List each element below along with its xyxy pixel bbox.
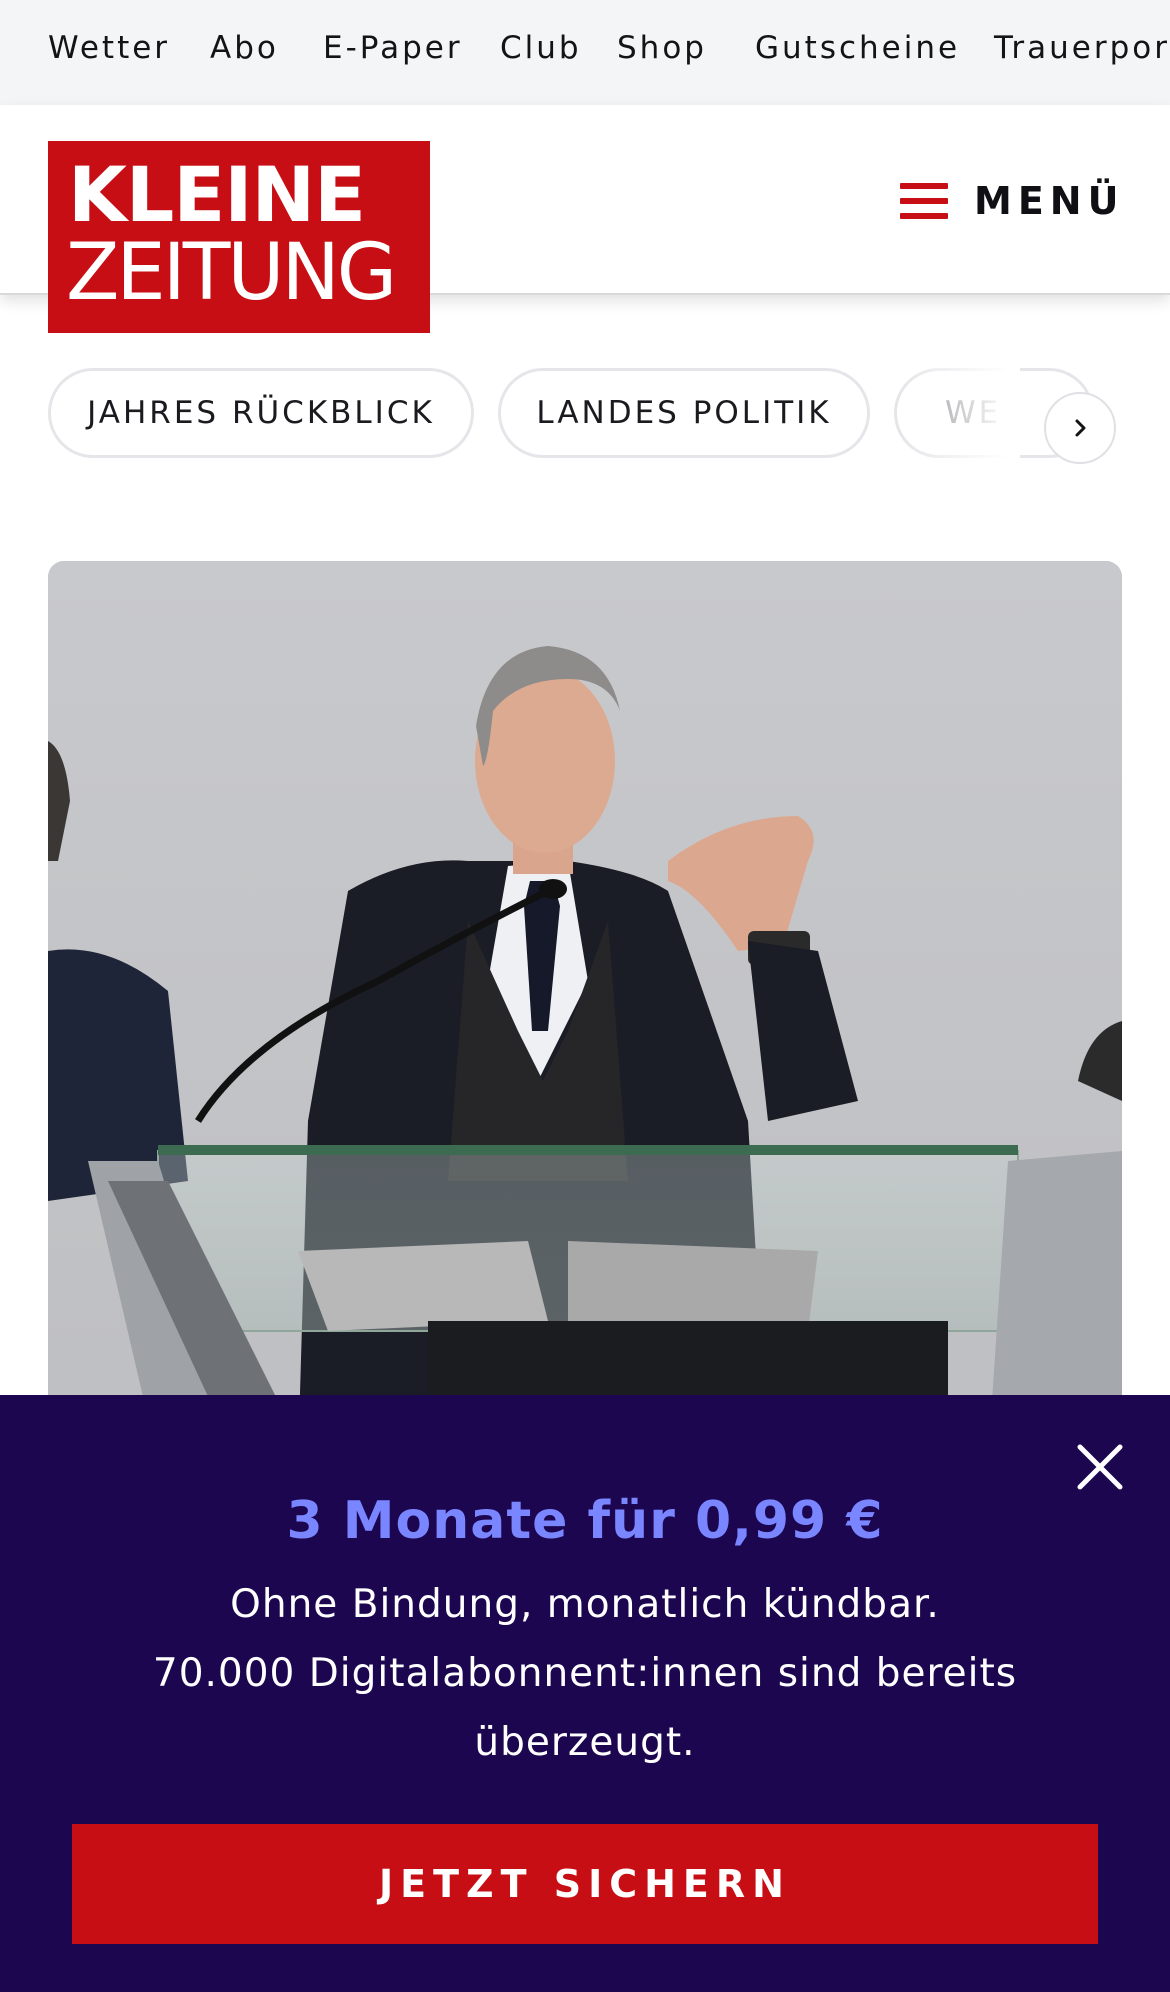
logo-line-kleine: KLEINE <box>68 150 366 239</box>
subscription-promo-banner: 3 Monate für 0,99 € Ohne Bindung, monatl… <box>0 1395 1170 1992</box>
promo-headline: 3 Monate für 0,99 € <box>286 1491 884 1551</box>
promo-close-button[interactable] <box>1070 1437 1130 1497</box>
jetzt-sichern-button[interactable]: JETZT SICHERN <box>72 1824 1098 1944</box>
topnav-link-trauerportal[interactable]: Trauerportal <box>994 30 1170 66</box>
hero-photo-illustration <box>48 561 1122 1461</box>
chevron-right-icon <box>1075 419 1086 437</box>
chip-jahresrueckblick[interactable]: JAHRES RÜCKBLICK <box>48 368 474 458</box>
topnav-link-wetter[interactable]: Wetter <box>48 30 170 66</box>
menu-label: MENÜ <box>974 179 1125 223</box>
topnav-link-epaper[interactable]: E-Paper <box>323 30 463 66</box>
site-header: KLEINE ZEITUNG MENÜ <box>0 105 1170 333</box>
kleine-zeitung-logo[interactable]: KLEINE ZEITUNG <box>48 141 430 333</box>
chips-scroll-next-button[interactable] <box>1044 392 1116 464</box>
promo-line-subscribers: 70.000 Digitalabonnent:innen sind bereit… <box>152 1651 1018 1765</box>
topnav-link-club[interactable]: Club <box>500 30 582 66</box>
top-utility-nav: Wetter Abo E-Paper Club Shop Gutscheine … <box>0 0 1170 105</box>
close-icon <box>1077 1444 1123 1490</box>
chips-fade-overlay <box>900 368 1020 460</box>
hamburger-icon <box>900 183 948 219</box>
logo-line-zeitung: ZEITUNG <box>66 228 397 318</box>
promo-line-no-commitment: Ohne Bindung, monatlich kündbar. <box>230 1582 940 1627</box>
topic-chips-row: JAHRES RÜCKBLICK LANDES POLITIK WE <box>0 368 1170 464</box>
chip-landespolitik[interactable]: LANDES POLITIK <box>498 368 870 458</box>
topnav-link-shop[interactable]: Shop <box>617 30 707 66</box>
topnav-link-gutscheine[interactable]: Gutscheine <box>755 30 960 66</box>
article-hero-image[interactable] <box>48 561 1122 1461</box>
topnav-link-abo[interactable]: Abo <box>210 30 279 66</box>
menu-button[interactable]: MENÜ <box>900 171 1124 231</box>
promo-description: Ohne Bindung, monatlich kündbar. 70.000 … <box>100 1570 1070 1777</box>
